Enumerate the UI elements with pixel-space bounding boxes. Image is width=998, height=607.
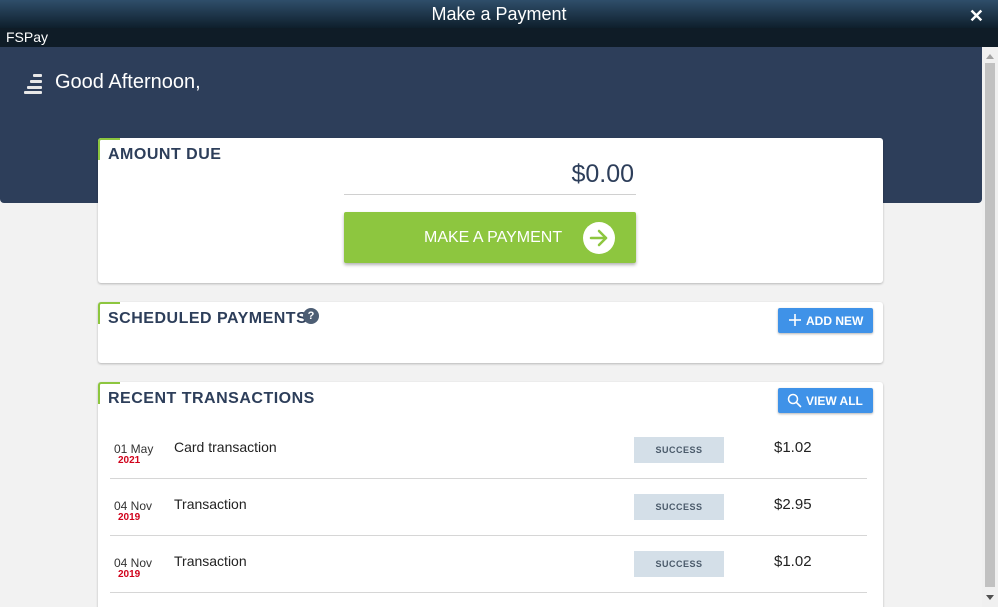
amount-due-card: AMOUNT DUE $0.00 MAKE A PAYMENT [98, 138, 883, 283]
recent-transactions-heading: RECENT TRANSACTIONS [108, 390, 315, 407]
scroll-down-arrow-icon[interactable] [986, 595, 994, 600]
transaction-row[interactable]: 04 Nov 2019 Transaction SUCCESS $2.95 [110, 479, 867, 536]
plus-icon [789, 314, 801, 326]
transaction-day: 04 Nov [114, 556, 153, 570]
recent-transactions-card: RECENT TRANSACTIONS VIEW ALL 01 May 2021… [98, 382, 883, 607]
greeting-text: Good Afternoon, [55, 71, 201, 93]
transaction-year: 2021 [118, 455, 141, 466]
transaction-row[interactable]: 01 May 2021 Card transaction SUCCESS $1.… [110, 422, 867, 479]
transaction-name: Transaction [174, 553, 247, 569]
stacked-bars-logo-icon [24, 74, 42, 94]
transaction-row[interactable]: 04 Nov 2019 Transaction SUCCESS $1.02 [110, 536, 867, 593]
transaction-amount: $1.02 [774, 553, 812, 570]
transaction-name: Card transaction [174, 439, 277, 455]
app-name: FSPay [6, 29, 49, 45]
window-titlebar: Make a Payment ✕ [0, 0, 998, 28]
view-all-button[interactable]: VIEW ALL [778, 388, 873, 413]
scheduled-payments-card: SCHEDULED PAYMENTS ? ADD NEW [98, 302, 883, 363]
amount-due-value: $0.00 [344, 160, 636, 195]
transaction-amount: $2.95 [774, 496, 812, 513]
transaction-year: 2019 [118, 512, 141, 523]
view-all-label: VIEW ALL [806, 394, 863, 408]
vertical-scrollbar[interactable] [982, 47, 998, 607]
help-icon[interactable]: ? [303, 308, 319, 324]
status-badge: SUCCESS [634, 494, 724, 520]
transaction-amount: $1.02 [774, 439, 812, 456]
search-icon [787, 393, 802, 408]
transaction-year: 2019 [118, 569, 141, 580]
make-payment-button[interactable]: MAKE A PAYMENT [344, 212, 636, 263]
status-badge: SUCCESS [634, 437, 724, 463]
transaction-day: 04 Nov [114, 499, 153, 513]
scroll-up-arrow-icon[interactable] [986, 54, 994, 59]
amount-due-heading: AMOUNT DUE [108, 146, 222, 163]
add-new-label: ADD NEW [806, 314, 864, 328]
main-content: Good Afternoon, AMOUNT DUE $0.00 MAKE A … [0, 47, 982, 607]
add-new-button[interactable]: ADD NEW [778, 308, 873, 333]
transaction-name: Transaction [174, 496, 247, 512]
scrollbar-thumb[interactable] [985, 63, 995, 587]
scheduled-payments-heading: SCHEDULED PAYMENTS [108, 310, 308, 327]
transaction-day: 01 May [114, 442, 154, 456]
window-title: Make a Payment [431, 4, 567, 24]
app-name-bar: FSPay [0, 28, 998, 47]
status-badge: SUCCESS [634, 551, 724, 577]
make-payment-label: MAKE A PAYMENT [424, 229, 563, 246]
arrow-right-icon [583, 222, 615, 254]
